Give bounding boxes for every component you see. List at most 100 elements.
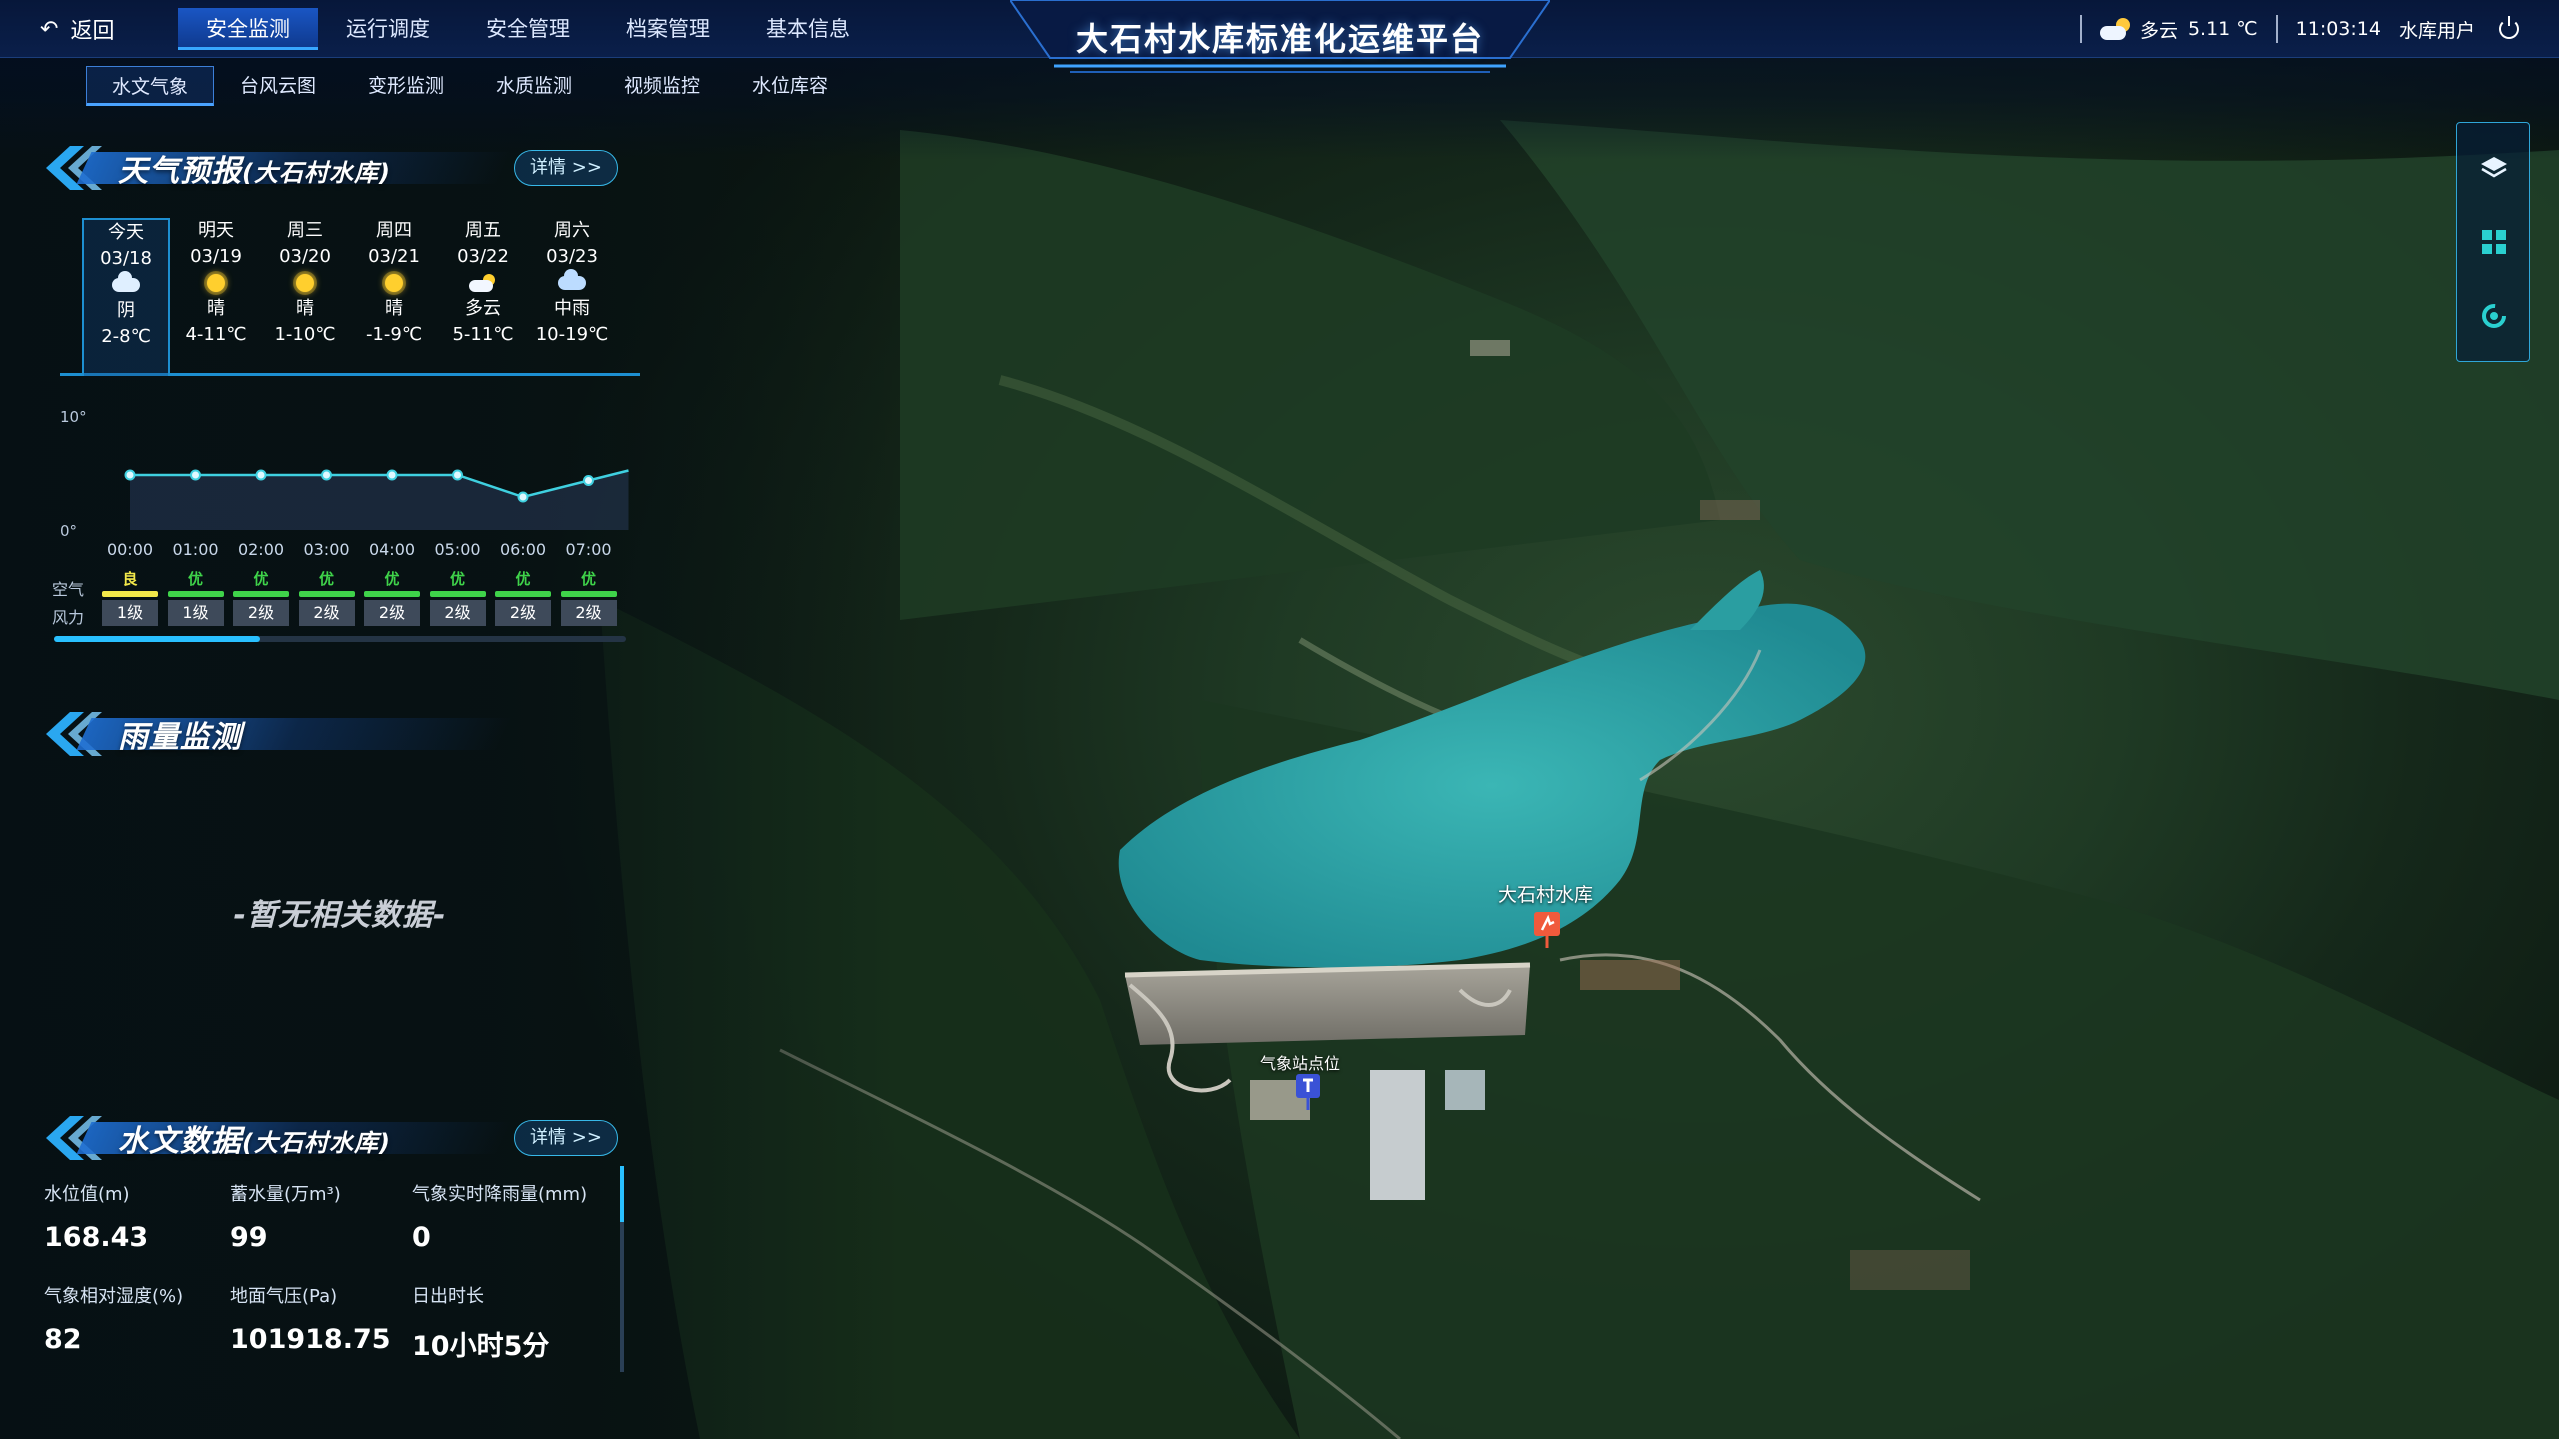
- subnav-water-quality[interactable]: 水质监测: [470, 66, 598, 106]
- partly-cloudy-icon: [469, 274, 497, 292]
- forecast-day[interactable]: 周五 03/22 多云 5-11℃: [439, 218, 527, 376]
- main-nav: 安全监测 运行调度 安全管理 档案管理 基本信息: [178, 8, 878, 50]
- temperature-point[interactable]: [386, 469, 398, 481]
- temperature-point[interactable]: [583, 475, 594, 486]
- subnav-hydrometeorology[interactable]: 水文气象: [86, 66, 214, 106]
- power-icon[interactable]: [2499, 16, 2519, 39]
- sunny-icon: [385, 274, 403, 292]
- wind-level-cell: 2级: [298, 600, 355, 626]
- storage-volume: 蓄水量(万m³) 99: [230, 1184, 341, 1253]
- temperature-area: [130, 470, 629, 530]
- temperature-point[interactable]: [321, 469, 332, 481]
- air-quality-cell: 优: [495, 568, 551, 597]
- x-tick-label: 05:00: [434, 540, 481, 559]
- forecast-day[interactable]: 周四 03/21 晴 -1-9℃: [350, 218, 438, 376]
- current-weather: 多云 5.11 ℃: [2099, 16, 2258, 43]
- wind-level-cell: 2级: [429, 600, 486, 626]
- subnav-deformation[interactable]: 变形监测: [342, 66, 470, 106]
- rain-icon: [558, 269, 586, 290]
- divider: [2079, 15, 2082, 43]
- section-title: 天气预报(大石村水库): [118, 154, 391, 189]
- subnav-typhoon-cloud[interactable]: 台风云图: [214, 66, 342, 106]
- map-toolbar: [2456, 122, 2530, 362]
- x-tick-label: 04:00: [368, 540, 416, 559]
- nav-safety-monitoring[interactable]: 安全监测: [178, 8, 318, 50]
- temperature-point[interactable]: [255, 469, 267, 481]
- air-quality-cell: 优: [167, 568, 224, 597]
- temperature-point[interactable]: [452, 469, 463, 481]
- user-name[interactable]: 水库用户: [2399, 16, 2475, 43]
- x-tick-label: 00:00: [106, 540, 154, 559]
- weather-detail-button[interactable]: 详情 >>: [514, 150, 618, 186]
- temperature-point[interactable]: [517, 491, 529, 503]
- wind-level-cell: 2级: [495, 600, 551, 626]
- title-banner: 大石村水库标准化运维平台: [1010, 0, 1550, 78]
- scrollbar-thumb[interactable]: [54, 636, 260, 642]
- back-button[interactable]: ↶ 返回: [40, 12, 114, 46]
- hydrology-detail-button[interactable]: 详情 >>: [514, 1120, 618, 1156]
- forecast-day[interactable]: 周六 03/23 中雨 10-19℃: [528, 218, 616, 376]
- section-title: 水文数据(大石村水库): [118, 1124, 391, 1159]
- hourly-scrollbar[interactable]: [54, 636, 626, 642]
- nav-archive-management[interactable]: 档案管理: [598, 8, 738, 50]
- air-quality-cell: 优: [429, 568, 486, 597]
- realtime-rainfall: 气象实时降雨量(mm) 0: [412, 1184, 588, 1253]
- weather-forecast: 今天 03/18 阴 2-8℃ 明天 03/19 晴 4-11℃ 周三 03/2…: [60, 218, 640, 378]
- nav-operation-dispatch[interactable]: 运行调度: [318, 8, 458, 50]
- temperature-point[interactable]: [124, 469, 136, 481]
- subnav-video[interactable]: 视频监控: [598, 66, 726, 106]
- x-tick-label: 01:00: [172, 540, 219, 559]
- sunny-icon: [207, 274, 225, 292]
- forecast-day[interactable]: 今天 03/18 阴 2-8℃: [82, 218, 170, 376]
- nav-safety-management[interactable]: 安全管理: [458, 8, 598, 50]
- air-quality-cell: 优: [560, 568, 617, 597]
- sunny-icon: [296, 274, 314, 292]
- hydrology-section-header: 水文数据(大石村水库) 详情 >>: [40, 1110, 640, 1162]
- divider: [2275, 15, 2278, 43]
- relative-humidity: 气象相对湿度(%) 82: [44, 1286, 184, 1355]
- x-tick-label: 02:00: [237, 540, 285, 559]
- forecast-day[interactable]: 周三 03/20 晴 1-10℃: [261, 218, 349, 376]
- air-quality-cell: 良: [102, 568, 158, 597]
- wind-level-cell: 1级: [102, 600, 158, 626]
- weather-station-marker-icon[interactable]: [1294, 1072, 1322, 1112]
- weather-station-label[interactable]: 气象站点位: [1260, 1050, 1340, 1074]
- grid-icon[interactable]: [2479, 227, 2509, 257]
- page-title: 大石村水库标准化运维平台: [1075, 20, 1484, 58]
- back-arrow-icon: ↶: [40, 16, 59, 42]
- temperature-point[interactable]: [190, 469, 201, 481]
- back-label: 返回: [70, 19, 115, 44]
- refresh-icon[interactable]: [2479, 301, 2509, 331]
- x-tick-label: 03:00: [303, 540, 350, 559]
- ground-pressure: 地面气压(Pa) 101918.75: [230, 1286, 391, 1355]
- no-data-message: -暂无相关数据-: [233, 898, 447, 933]
- clock: 11:03:14: [2295, 18, 2381, 40]
- x-tick-label: 06:00: [499, 540, 547, 559]
- forecast-day[interactable]: 明天 03/19 晴 4-11℃: [172, 218, 260, 376]
- subnav-water-level-capacity[interactable]: 水位库容: [726, 66, 854, 106]
- air-quality-label: 空气: [52, 580, 85, 599]
- sunshine-duration: 日出时长 10小时5分: [412, 1286, 550, 1362]
- air-quality-cell: 优: [364, 568, 420, 597]
- wind-level-cell: 2级: [560, 600, 617, 626]
- reservoir-marker-icon[interactable]: [1532, 910, 1562, 950]
- reservoir-label[interactable]: 大石村水库: [1498, 880, 1593, 907]
- weather-section-header: 天气预报(大石村水库) 详情 >>: [40, 140, 640, 192]
- sub-nav: 水文气象 台风云图 变形监测 水质监测 视频监控 水位库容: [86, 66, 854, 106]
- x-tick-label: 07:00: [565, 540, 612, 559]
- wind-level-cell: 1级: [167, 600, 224, 626]
- hydrology-data: 水位值(m) 168.43 蓄水量(万m³) 99 气象实时降雨量(mm) 0 …: [44, 1166, 624, 1372]
- water-level: 水位值(m) 168.43: [44, 1184, 149, 1253]
- cloudy-icon: [112, 271, 140, 292]
- layers-icon[interactable]: [2479, 153, 2509, 183]
- weather-text: 多云: [2139, 19, 2178, 42]
- air-quality-cell: 优: [233, 568, 289, 597]
- current-temperature: 5.11 ℃: [2187, 18, 2258, 40]
- partly-cloudy-icon: [2099, 18, 2130, 40]
- hourly-temperature-chart: [124, 469, 629, 530]
- wind-level-cell: 2级: [364, 600, 420, 626]
- hydrology-scrollbar[interactable]: [620, 1166, 624, 1372]
- hourly-forecast: 10° 0° 00:00 01:00 02:00 03:00 04:00 05:00 06:…: [40, 400, 640, 660]
- wind-label: 风力: [52, 608, 85, 627]
- nav-basic-info[interactable]: 基本信息: [738, 8, 878, 50]
